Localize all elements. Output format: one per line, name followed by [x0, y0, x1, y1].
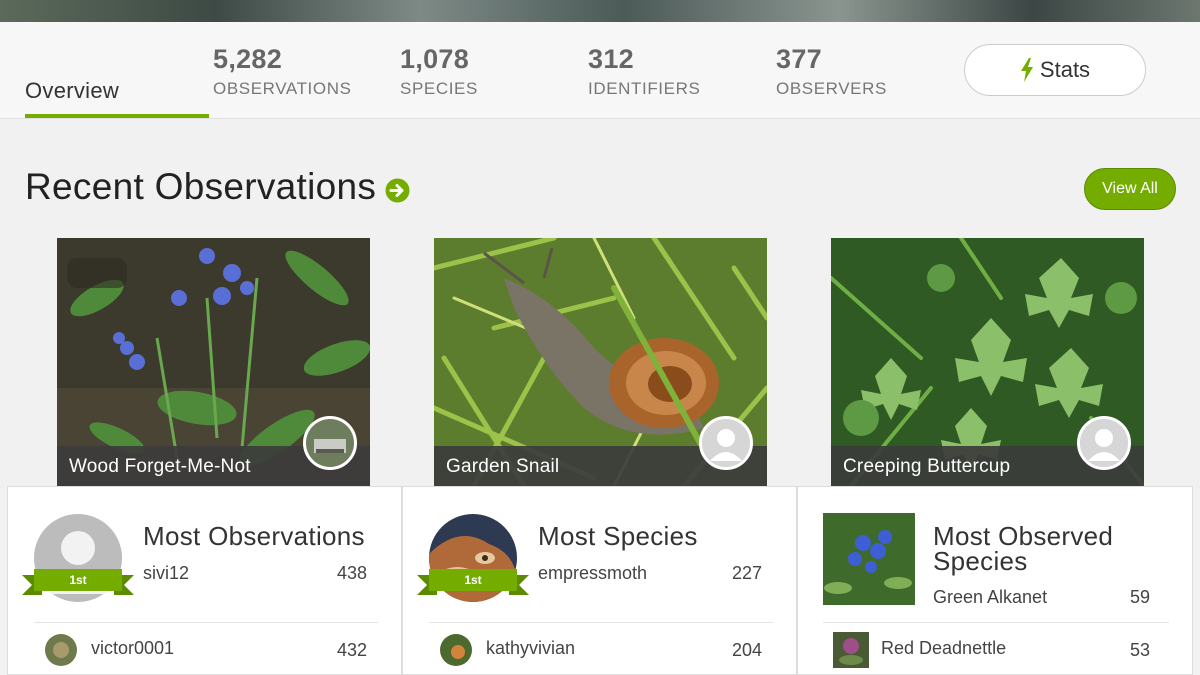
stat-value: 5,282 [213, 44, 283, 74]
stat-label: OBSERVATIONS [213, 79, 352, 98]
header-banner-image [0, 0, 1200, 22]
active-tab-indicator [25, 114, 209, 118]
stat-label: SPECIES [400, 79, 478, 98]
species-count: 59 [1129, 587, 1150, 607]
green-alkanet-photo-icon [823, 513, 915, 605]
divider [34, 622, 378, 623]
stat-label: OBSERVERS [776, 79, 887, 98]
leader-name[interactable]: kathyvivian [486, 638, 575, 659]
panel-title: Most Observations [143, 521, 365, 551]
observation-card[interactable]: Wood Forget-Me-Not [57, 238, 370, 486]
observer-avatar[interactable] [1077, 416, 1131, 470]
default-user-icon [1080, 419, 1128, 467]
user-avatar[interactable] [440, 634, 472, 666]
divider [429, 622, 773, 623]
stats-bar: Overview 5,282 OBSERVATIONS 1,078 SPECIE… [0, 22, 1200, 119]
leader-count: 227 [731, 563, 762, 583]
stats-button-label: Stats [1039, 57, 1091, 82]
view-all-button[interactable]: View All [1084, 168, 1176, 210]
observer-avatar[interactable] [699, 416, 753, 470]
most-species-panel: 1st Most Species empressmoth 227 kathyvi… [402, 486, 797, 675]
species-count: 53 [1129, 640, 1150, 660]
stats-button[interactable]: Stats [964, 44, 1146, 96]
observation-card[interactable]: Creeping Buttercup [831, 238, 1144, 486]
leader-count: 204 [731, 640, 762, 660]
red-deadnettle-photo-icon [833, 632, 869, 668]
user-photo-icon [306, 419, 354, 467]
stat-value: 377 [776, 44, 822, 74]
rank-ribbon: 1st [22, 569, 134, 595]
default-user-icon [702, 419, 750, 467]
stat-species[interactable]: 1,078 SPECIES [400, 44, 478, 99]
species-name[interactable]: Red Deadnettle [881, 638, 1006, 659]
user-photo-icon [45, 634, 77, 666]
arrow-right-circle-icon[interactable] [385, 178, 410, 203]
observation-card[interactable]: Garden Snail [434, 238, 767, 486]
user-photo-icon [440, 634, 472, 666]
leader-name[interactable]: empressmoth [538, 563, 647, 584]
leader-count: 432 [336, 640, 367, 660]
bolt-icon [1020, 58, 1033, 82]
leader-count: 438 [336, 563, 367, 583]
species-photo[interactable] [833, 632, 869, 668]
user-avatar[interactable] [45, 634, 77, 666]
leader-name[interactable]: sivi12 [143, 563, 189, 584]
rank-label: 1st [429, 569, 517, 591]
rank-label: 1st [34, 569, 122, 591]
divider [823, 622, 1169, 623]
species-photo[interactable] [823, 513, 915, 605]
panel-title: Most Observed Species [933, 521, 1114, 576]
section-title: Recent Observations [25, 166, 377, 207]
rank-ribbon: 1st [417, 569, 529, 595]
stat-label: IDENTIFIERS [588, 79, 701, 98]
stat-value: 1,078 [400, 44, 470, 74]
stat-value: 312 [588, 44, 634, 74]
most-observed-species-panel: Most Observed Species Green Alkanet 59 R… [797, 486, 1193, 675]
stat-identifiers[interactable]: 312 IDENTIFIERS [588, 44, 700, 99]
species-name[interactable]: Green Alkanet [933, 587, 1047, 608]
observer-avatar[interactable] [303, 416, 357, 470]
panel-title: Most Species [538, 521, 698, 551]
leader-name[interactable]: victor0001 [91, 638, 174, 659]
tab-overview[interactable]: Overview [25, 78, 119, 104]
stat-observers[interactable]: 377 OBSERVERS [776, 44, 887, 99]
stat-observations[interactable]: 5,282 OBSERVATIONS [213, 44, 352, 99]
most-observations-panel: 1st Most Observations sivi12 438 victor0… [7, 486, 402, 675]
